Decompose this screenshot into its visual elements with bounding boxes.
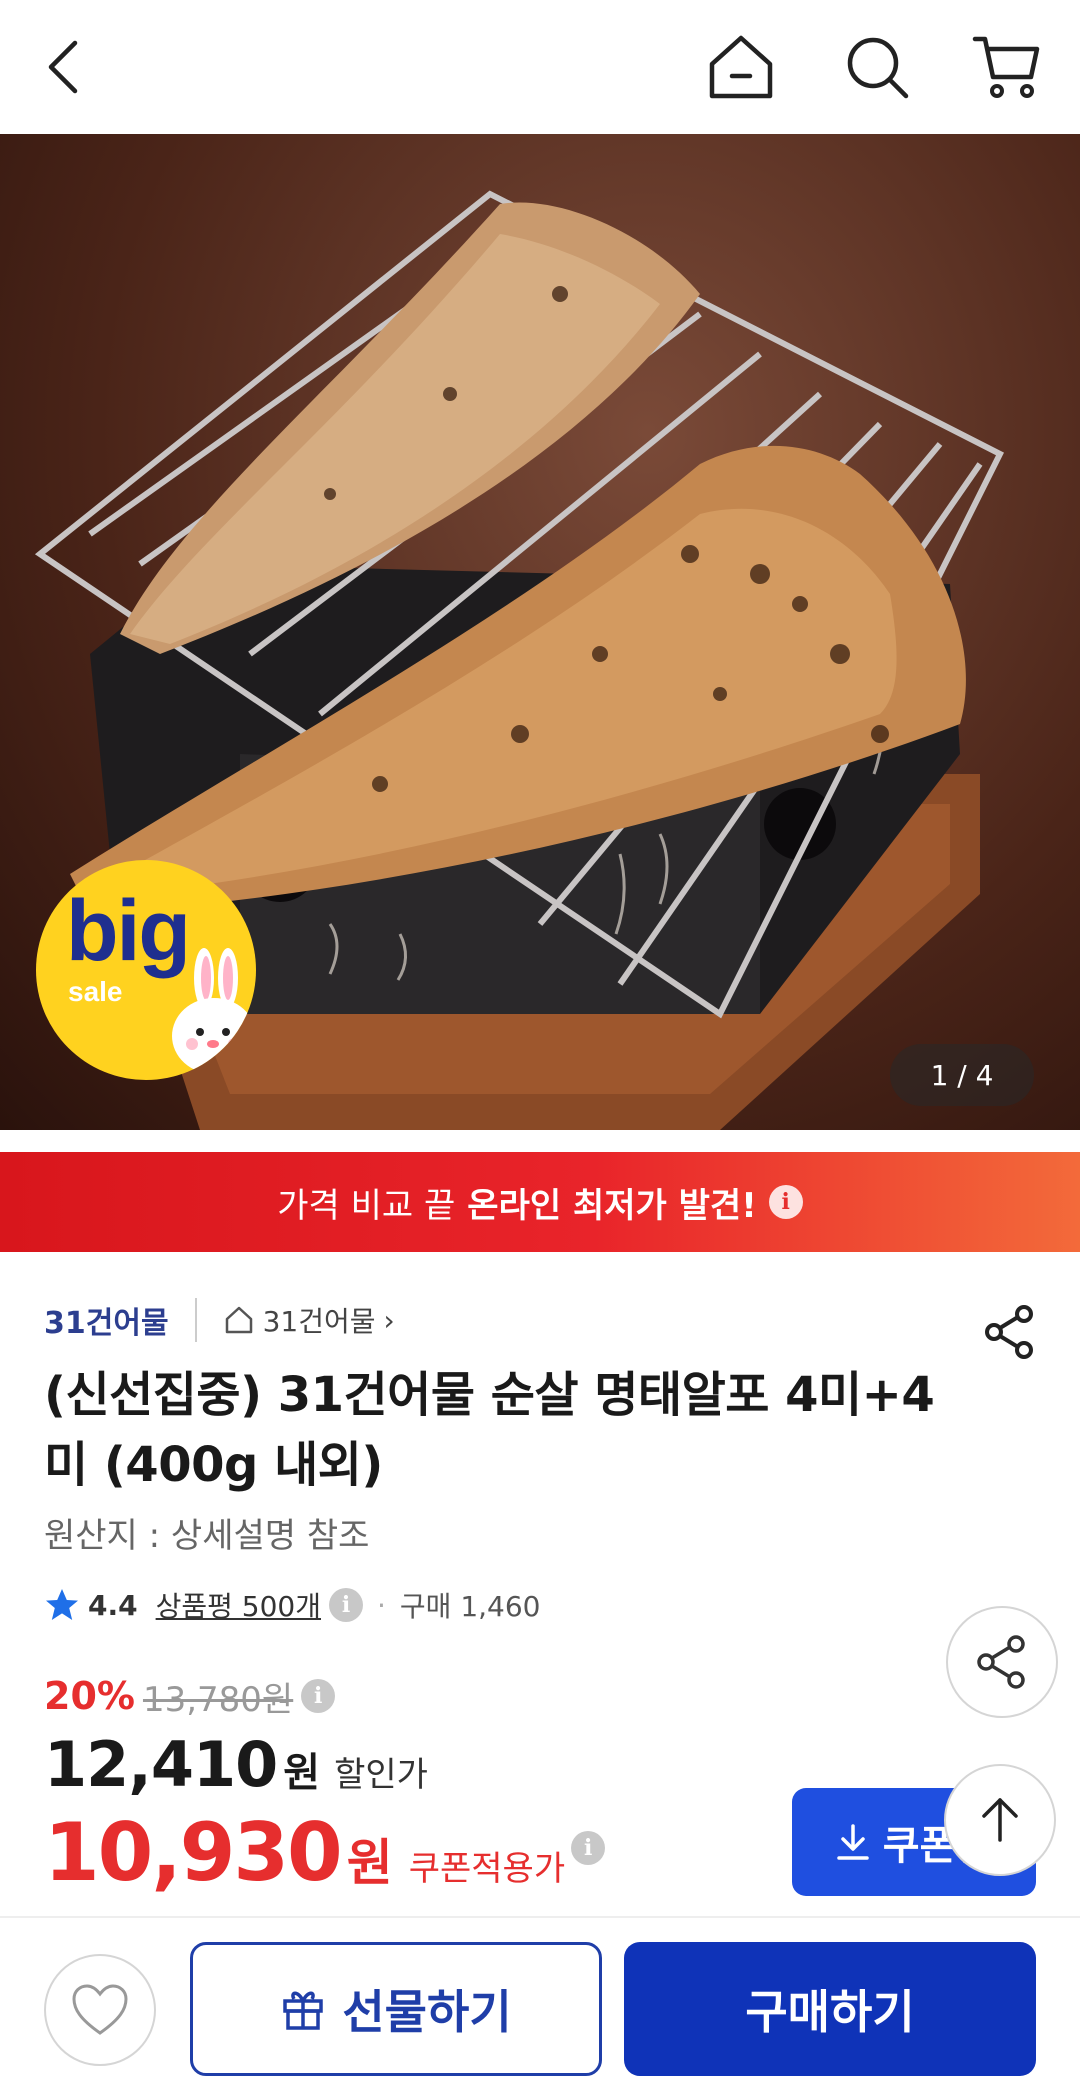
product-origin: 원산지 : 상세설명 참조 [44, 1516, 370, 1556]
sale-price-row: 12,410 원 할인가 [44, 1728, 428, 1801]
coupon-price-label: 쿠폰적용가 [408, 1849, 566, 1889]
buy-button-label: 구매하기 [745, 1985, 915, 2039]
share-button[interactable] [978, 1300, 1042, 1364]
home-icon [709, 35, 773, 99]
rating-score: 4.4 [88, 1588, 138, 1622]
scroll-to-top-button[interactable] [944, 1764, 1056, 1876]
original-price: 13,780원 [142, 1679, 294, 1720]
info-icon[interactable]: i [329, 1588, 363, 1622]
lowest-price-banner[interactable]: 가격 비교 끝 온라인 최저가 발견! i [0, 1152, 1080, 1252]
sale-price-label: 할인가 [334, 1755, 428, 1795]
info-icon[interactable]: i [768, 1185, 803, 1219]
sale-price-unit: 원 [283, 1750, 321, 1796]
purchase-count: 구매 1,460 [399, 1590, 541, 1623]
banner-text-bold: 온라인 최저가 발견! [467, 1185, 757, 1226]
floating-share-button[interactable] [946, 1606, 1058, 1718]
store-name: 31건어물 [262, 1305, 376, 1338]
brand-row: 31건어물 31건어물 › [44, 1290, 395, 1350]
arrow-up-icon [982, 1798, 1018, 1842]
store-link[interactable]: 31건어물 › [223, 1300, 395, 1340]
heart-icon [72, 1984, 128, 2035]
original-price-row: 20% 13,780원 i [44, 1668, 336, 1724]
info-icon[interactable]: i [301, 1679, 336, 1713]
gift-button[interactable]: 선물하기 [190, 1942, 602, 2076]
bunny-icon [172, 948, 256, 1074]
coupon-price-row: 10,930 원 쿠폰적용가 i [44, 1806, 606, 1899]
product-image-carousel[interactable]: big sale 1 / 4 [0, 134, 1080, 1130]
chevron-right-icon: › [383, 1303, 395, 1337]
share-icon [985, 1305, 1033, 1359]
product-title: (신선집중) 31건어물 순살 명태알포 4미+4미 (400g 내외) [44, 1367, 935, 1493]
share-icon [977, 1635, 1025, 1689]
big-sale-badge-sale: sale [68, 976, 123, 1007]
home-button[interactable] [696, 22, 786, 112]
cart-button[interactable] [962, 22, 1052, 112]
chevron-left-icon [48, 40, 78, 94]
separator-dot: · [377, 1588, 386, 1622]
back-button[interactable] [22, 22, 112, 112]
top-app-bar [0, 0, 1080, 134]
bottom-action-bar: 선물하기 구매하기 [0, 1916, 1080, 2100]
info-icon[interactable]: i [571, 1831, 606, 1865]
buy-button[interactable]: 구매하기 [624, 1942, 1036, 2076]
download-icon [837, 1824, 869, 1860]
gift-icon [283, 1991, 324, 2030]
coupon-price-unit: 원 [346, 1834, 393, 1892]
search-icon [847, 37, 909, 99]
image-pager: 1 / 4 [890, 1044, 1034, 1106]
star-icon [46, 1589, 78, 1620]
gift-button-label: 선물하기 [342, 1985, 512, 2039]
sale-price: 12,410 [44, 1728, 278, 1801]
review-count-link[interactable]: 상품평 500개 [156, 1585, 321, 1625]
search-button[interactable] [832, 22, 922, 112]
wishlist-button[interactable] [44, 1954, 156, 2066]
store-home-icon [225, 1306, 252, 1334]
coupon-price: 10,930 [44, 1806, 343, 1899]
discount-rate: 20% [44, 1674, 135, 1718]
cart-icon [972, 36, 1040, 98]
rating-row: 4.4 상품평 500개 i · 구매 1,460 [44, 1580, 541, 1630]
brand-logo[interactable]: 31건어물 [44, 1298, 169, 1342]
banner-text: 가격 비교 끝 [277, 1185, 456, 1226]
divider [194, 1298, 197, 1342]
big-sale-badge: big sale [36, 860, 256, 1080]
